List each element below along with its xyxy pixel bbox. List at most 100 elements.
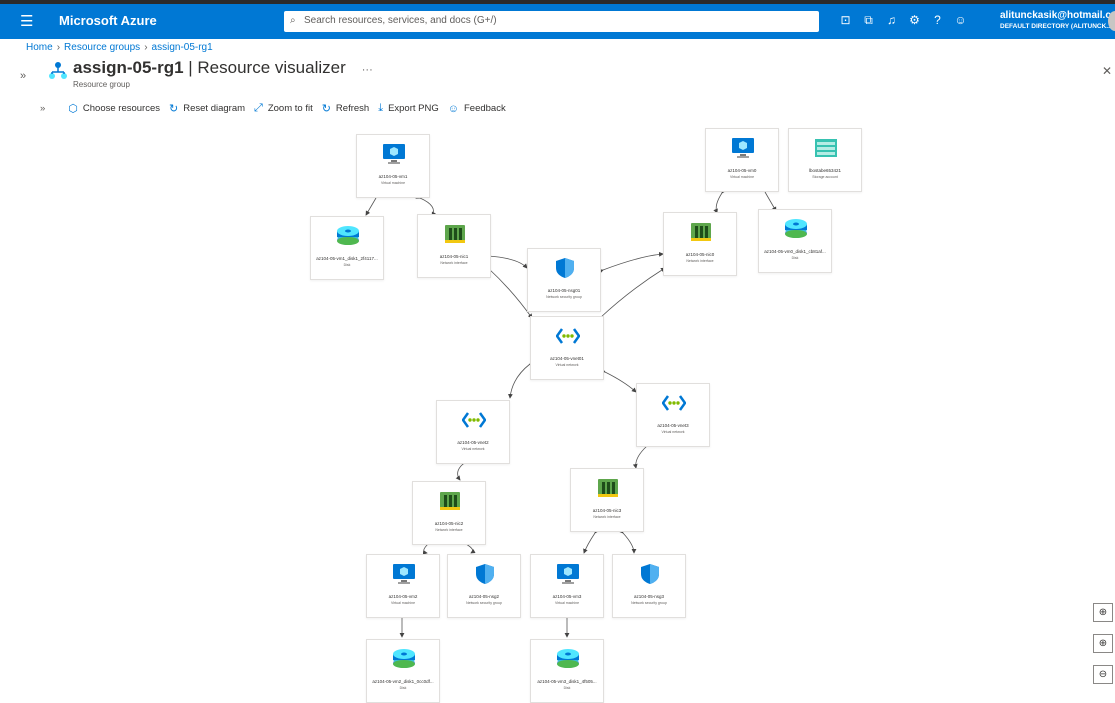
node-nsg01[interactable]: az104-05-nsg01 Network security group [527,248,601,312]
edge [600,368,637,393]
zoom-to-fit-button[interactable]: ⤢ Zoom to fit [254,102,313,115]
storage-account-icon [814,137,838,159]
node-name: az104-05-vm1 [378,174,408,179]
virtual-network-icon [661,392,687,414]
download-icon: ⤓ [378,102,384,114]
collapse-icon[interactable]: » [40,103,45,114]
more-options-button[interactable]: ··· [362,64,373,76]
disk-icon [784,218,808,240]
notifications-icon[interactable]: ♫ [880,13,903,28]
edge [583,528,600,554]
account-menu[interactable]: alitunckasik@hotmail.co... DEFAULT DIREC… [1000,10,1115,32]
node-name: az104-05-nic2 [434,521,464,526]
zoom-in-icon[interactable]: ⊕ [1093,634,1113,653]
node-nic3[interactable]: az104-05-nic3 Network interface [570,468,644,532]
edge [461,539,476,554]
breadcrumb-resource-groups[interactable]: Resource groups [64,42,140,53]
virtual-machine-icon [392,563,416,585]
network-interface-icon [443,223,467,245]
node-vm0[interactable]: az104-05-vm0 Virtual machine [705,128,779,192]
node-sa[interactable]: lbostabe653421 Storage account [788,128,862,192]
zoom-out-icon[interactable]: ⊖ [1093,665,1113,684]
node-disk0[interactable]: az104-05-vm0_disk1_cb81af... Disk [758,209,832,273]
edge [422,539,433,555]
node-type: Virtual machine [729,175,755,179]
topbar-icons: ⊡ ⧉ ♫ ⚙ ? ☺ [834,13,972,28]
toolbar: » ⬡ Choose resources ↻ Reset diagram ⤢ Zoom… [40,102,515,115]
disk-icon [556,648,580,670]
node-nsg2[interactable]: az104-05-nsg2 Network security group [447,554,521,618]
node-name: az104-05-nic1 [439,254,469,259]
node-name: az104-05-vnet2 [457,440,489,445]
node-disk2[interactable]: az104-05-vm2_disk1_0cc0df... Disk [366,639,440,703]
breadcrumb: Home › Resource groups › assign-05-rg1 [26,42,213,53]
node-vnet3[interactable]: az104-05-vnet3 Virtual network [636,383,710,447]
export-png-button[interactable]: ⤓ Export PNG [378,102,439,115]
refresh-button[interactable]: ↻ Refresh [322,102,369,115]
node-disk1[interactable]: az104-05-vm1_disk1_2f4117... Disk [310,216,384,280]
node-type: Network security group [631,601,667,605]
avatar[interactable] [1108,11,1115,31]
node-vm3[interactable]: az104-05-vm3 Virtual machine [530,554,604,618]
node-vnet2[interactable]: az104-05-vnet2 Virtual network [436,400,510,464]
node-type: Virtual machine [390,601,416,605]
feedback-button[interactable]: ☺ Feedback [448,103,506,115]
network-interface-icon [438,490,462,512]
edge [598,251,664,274]
settings-icon[interactable]: ⚙ [903,13,926,28]
reset-icon: ↻ [169,103,179,115]
breadcrumb-rg[interactable]: assign-05-rg1 [152,42,213,53]
network-security-group-icon [638,563,662,585]
feedback-icon[interactable]: ☺ [949,13,972,28]
directory-filter-icon[interactable]: ⧉ [857,13,880,28]
node-vm1[interactable]: az104-05-vm1 Virtual machine [356,134,430,198]
user-directory: DEFAULT DIRECTORY (ALITUNCK... [1000,23,1112,30]
close-icon[interactable]: ✕ [1102,64,1112,78]
edge [483,263,533,319]
refresh-icon: ↻ [321,103,331,115]
node-name: lbostabe653421 [808,168,842,173]
node-type: Disk [791,256,799,260]
node-type: Network interface [440,261,468,265]
choose-resources-button[interactable]: ⬡ Choose resources [68,102,160,115]
node-vnet01[interactable]: az104-05-vnet01 Virtual network [530,316,604,380]
reset-diagram-button[interactable]: ↻ Reset diagram [169,102,245,115]
page-subtitle: Resource group [73,80,130,89]
edge [595,267,666,323]
node-nsg3[interactable]: az104-05-nsg3 Network security group [612,554,686,618]
node-nic0[interactable]: az104-05-nic0 Network interface [663,212,737,276]
node-name: az104-05-nic3 [592,508,622,513]
node-type: Network security group [466,601,502,605]
network-security-group-icon [473,563,497,585]
user-email: alitunckasik@hotmail.co... [1000,10,1115,21]
node-disk3[interactable]: az104-05-vm3_disk1_4f505... Disk [530,639,604,703]
node-type: Virtual machine [380,181,406,185]
breadcrumb-home[interactable]: Home [26,42,53,53]
node-name: az104-05-vm3 [552,594,582,599]
fit-center-icon[interactable]: ⊕ [1093,603,1113,622]
node-type: Disk [399,686,407,690]
node-type: Network interface [435,528,463,532]
edge [713,188,727,214]
node-name: az104-05-vm2 [388,594,418,599]
node-nic2[interactable]: az104-05-nic2 Network interface [412,481,486,545]
edge [483,253,528,269]
virtual-machine-icon [731,137,755,159]
cloud-shell-icon[interactable]: ⊡ [834,13,857,28]
node-type: Network security group [546,295,582,299]
menu-icon[interactable]: ☰ [20,12,33,30]
node-name: az104-05-vnet3 [657,423,689,428]
top-bar: ☰ Microsoft Azure ⌕ Search resources, se… [0,0,1115,39]
help-icon[interactable]: ? [926,13,949,28]
resource-group-icon [49,62,67,79]
network-interface-icon [689,221,713,243]
node-type: Virtual network [555,363,579,367]
search-icon: ⌕ [290,15,296,26]
node-nic1[interactable]: az104-05-nic1 Network interface [417,214,491,278]
edge [455,459,468,481]
search-input[interactable]: ⌕ Search resources, services, and docs (… [284,11,819,32]
brand-title[interactable]: Microsoft Azure [59,13,157,28]
edge [618,528,637,554]
node-vm2[interactable]: az104-05-vm2 Virtual machine [366,554,440,618]
expand-menu-icon[interactable]: » [20,70,26,82]
